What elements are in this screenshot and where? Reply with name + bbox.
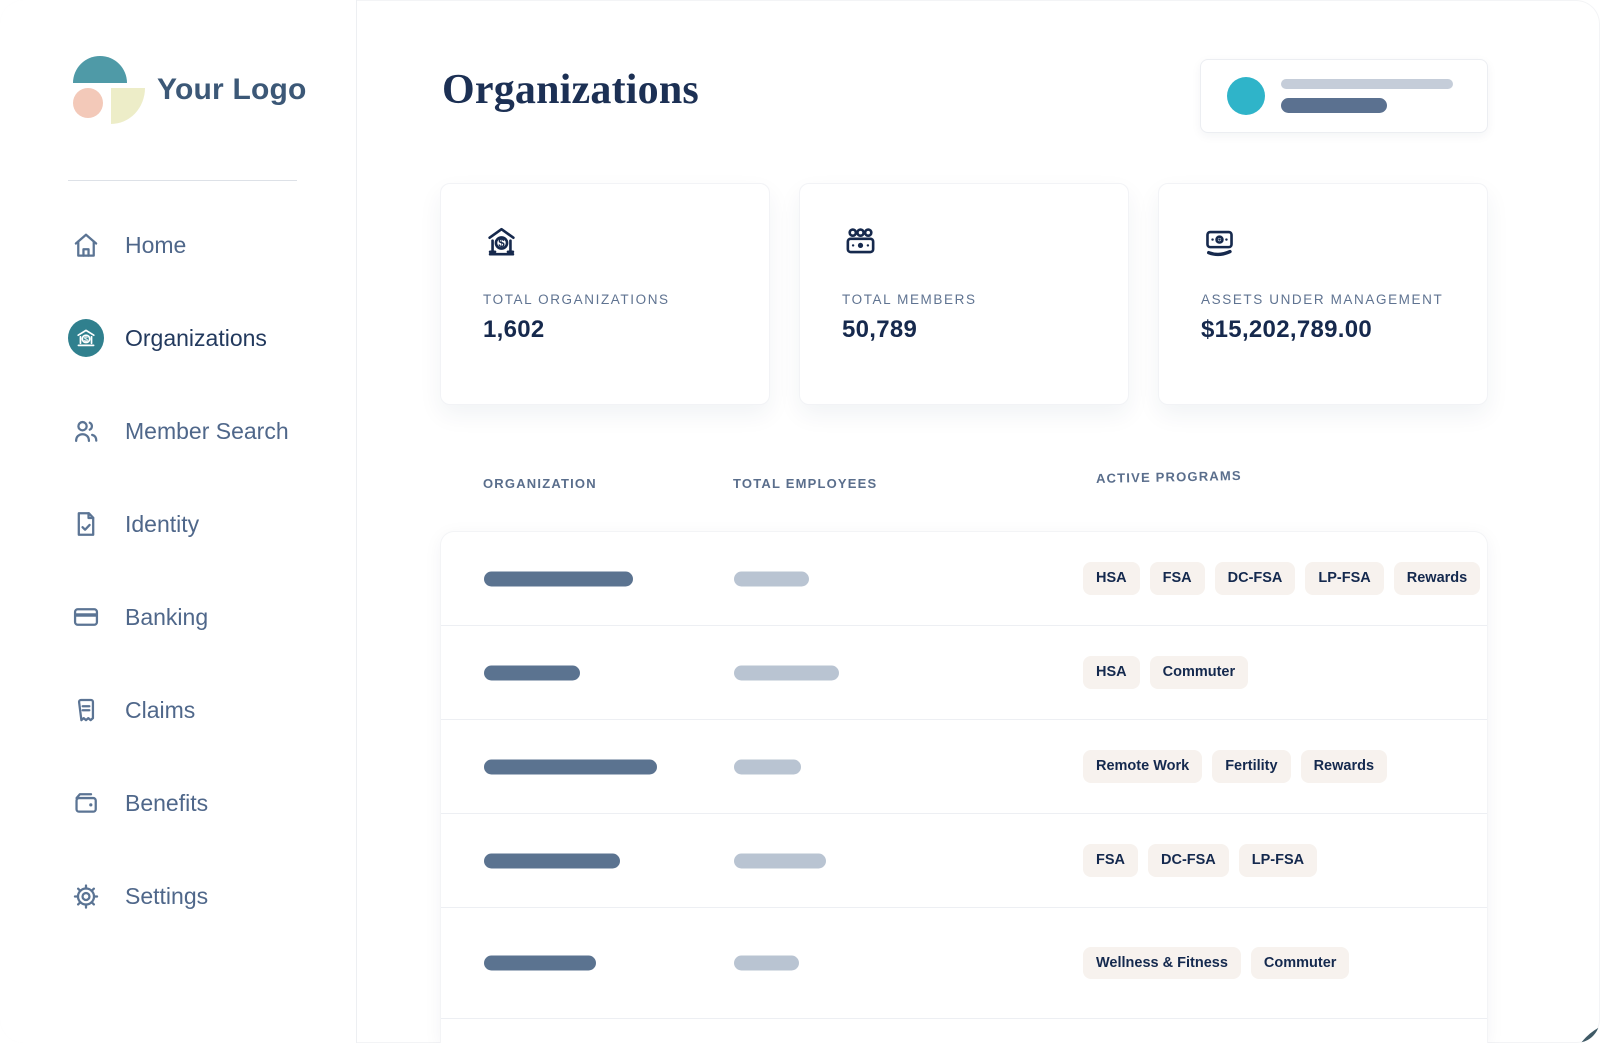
sidebar: Your Logo Home $ Organizations Member Se… [0, 0, 357, 1043]
logo: Your Logo [73, 56, 307, 124]
active-programs-badges: Wellness & Fitness Commuter [1083, 908, 1350, 1018]
stat-card-total-organizations: $ TOTAL ORGANIZATIONS 1,602 [440, 183, 770, 405]
svg-text:$: $ [84, 336, 88, 343]
organization-name-placeholder [484, 759, 657, 774]
sidebar-item-organizations[interactable]: $ Organizations [68, 314, 328, 362]
sidebar-item-member-search[interactable]: Member Search [68, 407, 328, 455]
sidebar-item-label: Benefits [125, 789, 209, 816]
total-employees-placeholder [734, 955, 799, 971]
stat-label: TOTAL MEMBERS [842, 292, 977, 307]
table-row[interactable]: FSA DC-FSA LP-FSA [441, 814, 1487, 908]
column-header-active-programs: ACTIVE PROGRAMS [1095, 467, 1242, 486]
program-badge: Rewards [1393, 562, 1481, 595]
user-role-placeholder [1281, 98, 1387, 113]
credit-card-icon [68, 599, 104, 635]
bank-dollar-icon: $ [483, 224, 769, 266]
program-badge: Remote Work [1083, 750, 1203, 783]
column-header-organization: ORGANIZATION [483, 476, 597, 491]
program-badge: LP-FSA [1238, 844, 1318, 877]
stat-value: 1,602 [483, 316, 545, 343]
program-badge: Commuter [1250, 946, 1350, 980]
user-name-placeholder [1281, 79, 1453, 89]
gear-icon [68, 878, 104, 914]
page-title: Organizations [442, 67, 699, 113]
program-badge: DC-FSA [1214, 562, 1296, 595]
program-badge: HSA [1083, 562, 1140, 595]
members-banknote-icon [842, 224, 1128, 266]
program-badge: Rewards [1300, 750, 1388, 783]
logo-text: Your Logo [157, 73, 307, 106]
program-badge: FSA [1149, 562, 1205, 595]
total-employees-placeholder [734, 571, 809, 586]
organization-name-placeholder [484, 665, 580, 680]
receipt-icon [68, 692, 104, 728]
organization-name-placeholder [484, 571, 633, 586]
program-badge: FSA [1083, 844, 1138, 877]
table-row[interactable]: HSA Commuter [441, 626, 1487, 720]
table-row[interactable]: Wellness & Fitness Commuter [441, 908, 1487, 1019]
program-badge: LP-FSA [1305, 562, 1384, 595]
total-employees-placeholder [734, 853, 826, 868]
people-icon [68, 413, 104, 449]
sidebar-item-identity[interactable]: Identity [68, 500, 328, 548]
logo-mark [73, 56, 147, 124]
stat-value: 50,789 [842, 316, 918, 343]
logo-circle-shape [73, 88, 103, 118]
stat-value: $15,202,789.00 [1201, 316, 1373, 343]
table-row[interactable]: HSA FSA DC-FSA LP-FSA Rewards [441, 532, 1487, 626]
total-employees-placeholder [734, 665, 839, 680]
avatar [1227, 77, 1265, 115]
sidebar-item-label: Claims [125, 696, 196, 723]
active-item-circle: $ [68, 319, 104, 357]
sidebar-item-settings[interactable]: Settings [68, 872, 328, 920]
sidebar-item-label: Organizations [125, 324, 267, 351]
program-badge: Commuter [1149, 656, 1249, 689]
sidebar-item-label: Member Search [125, 417, 289, 444]
user-placeholder-lines [1281, 79, 1453, 113]
active-programs-badges: FSA DC-FSA LP-FSA [1083, 814, 1318, 907]
logo-quarter-shape [111, 88, 145, 124]
stat-card-assets-under-management: ASSETS UNDER MANAGEMENT $15,202,789.00 [1158, 183, 1488, 405]
bank-icon: $ [68, 319, 104, 357]
logo-semicircle-shape [73, 56, 127, 83]
column-header-total-employees: TOTAL EMPLOYEES [733, 476, 878, 491]
table-row[interactable]: Remote Work Fertility Rewards [441, 720, 1487, 814]
sidebar-item-banking[interactable]: Banking [68, 593, 328, 641]
active-programs-badges: HSA FSA DC-FSA LP-FSA Rewards [1083, 532, 1481, 625]
stat-label: TOTAL ORGANIZATIONS [483, 292, 670, 307]
total-employees-placeholder [734, 759, 801, 774]
program-badge: HSA [1083, 656, 1140, 689]
svg-text:$: $ [498, 238, 505, 250]
active-programs-badges: Remote Work Fertility Rewards [1083, 720, 1388, 813]
document-check-icon [68, 506, 104, 542]
active-programs-badges: HSA Commuter [1083, 626, 1249, 719]
stat-card-total-members: TOTAL MEMBERS 50,789 [799, 183, 1129, 405]
program-badge: Fertility [1212, 750, 1291, 783]
user-menu-card[interactable] [1200, 59, 1488, 133]
sidebar-nav: Home $ Organizations Member Search Ident… [68, 221, 328, 965]
program-badge: DC-FSA [1148, 844, 1229, 877]
sidebar-item-claims[interactable]: Claims [68, 686, 328, 734]
sidebar-item-label: Banking [125, 603, 209, 630]
sidebar-item-label: Settings [125, 882, 209, 909]
organization-name-placeholder [484, 853, 620, 868]
wallet-icon [68, 785, 104, 821]
dashboard-page: Your Logo Home $ Organizations Member Se… [0, 0, 1600, 1043]
stat-label: ASSETS UNDER MANAGEMENT [1201, 292, 1444, 307]
program-badge: Wellness & Fitness [1083, 946, 1241, 980]
organization-name-placeholder [484, 955, 596, 971]
banknote-icon [1201, 224, 1487, 266]
home-icon [68, 227, 104, 263]
table-header-row: ORGANIZATION TOTAL EMPLOYEES ACTIVE PROG… [440, 468, 1488, 496]
sidebar-item-home[interactable]: Home [68, 221, 328, 269]
organizations-table: HSA FSA DC-FSA LP-FSA Rewards HSA Commuter Re… [440, 531, 1488, 1043]
sidebar-item-label: Identity [125, 510, 200, 537]
sidebar-item-label: Home [125, 231, 187, 258]
sidebar-divider [68, 180, 297, 181]
main-content: Organizations $ TOTAL ORGANIZATIONS 1,60… [357, 0, 1600, 1043]
stat-cards: $ TOTAL ORGANIZATIONS 1,602 TOTAL MEMBER… [440, 183, 1488, 405]
sidebar-item-benefits[interactable]: Benefits [68, 779, 328, 827]
